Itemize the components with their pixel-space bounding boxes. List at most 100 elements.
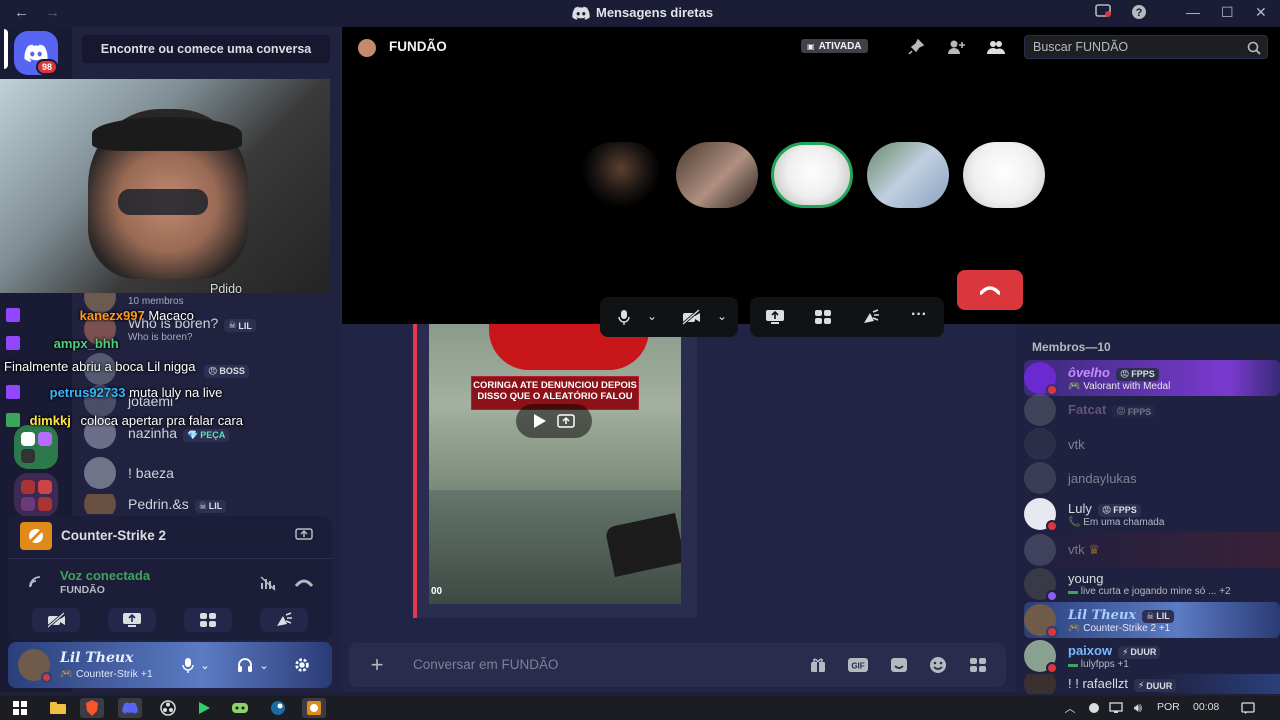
attach-plus-icon[interactable]: + [367, 652, 387, 677]
user-activity-text: Counter-Strik +1 [76, 668, 153, 680]
file-explorer-icon[interactable] [46, 698, 70, 718]
guild-tag: ☠ LIL [224, 319, 256, 332]
steam-icon[interactable] [266, 698, 290, 718]
volume-icon[interactable]: 🔊︎ [1126, 698, 1150, 718]
add-friend-icon[interactable] [946, 37, 966, 57]
member-item-young[interactable]: young ▬ live curta e jogando mine só ...… [1024, 566, 1280, 602]
minimize-icon[interactable]: — [1186, 4, 1200, 20]
member-name: paixow [1068, 642, 1113, 658]
forward-arrow-icon[interactable]: → [45, 4, 60, 21]
member-item-fatcat[interactable]: Fatcat 😡 FPPS [1024, 392, 1280, 428]
clock[interactable]: 00:08 [1193, 701, 1219, 713]
share-screen-button[interactable] [108, 608, 156, 632]
chevron-down-icon[interactable]: ⌄ [714, 307, 730, 325]
back-arrow-icon[interactable]: ← [14, 4, 29, 21]
guild-tag: 💎 PEÇA [183, 428, 230, 442]
camera-off-button[interactable] [32, 608, 80, 632]
microphone-icon[interactable] [616, 308, 632, 326]
channel-name: FUNDÃO [389, 39, 447, 54]
close-icon[interactable]: ✕ [1255, 4, 1267, 21]
participant-tile[interactable] [580, 142, 662, 208]
help-icon[interactable]: ? [1131, 4, 1147, 23]
tray-app-icon[interactable] [1082, 698, 1106, 718]
play-button[interactable] [516, 404, 592, 438]
emoji-icon[interactable] [928, 656, 948, 674]
headphones-button[interactable]: ⌄ [236, 656, 270, 674]
media-player-icon[interactable] [192, 698, 216, 718]
gift-icon[interactable] [809, 656, 827, 674]
chevron-down-icon[interactable]: ⌄ [200, 659, 209, 672]
participant-tile[interactable] [963, 142, 1045, 208]
member-item-vtk[interactable]: vtk [1024, 426, 1280, 462]
stream-icon[interactable] [294, 526, 314, 544]
message-input[interactable]: + Conversar em FUNDÃO GIF [349, 643, 1006, 687]
member-item-lil-theux[interactable]: Lil Theux ☠ LIL 🎮 Counter-Strike 2 +1 [1024, 602, 1280, 638]
dm-item-baeza[interactable]: ! baeza [84, 457, 334, 489]
avatar [1024, 394, 1056, 426]
guild-tag: 😡 FPPS [1115, 367, 1159, 381]
member-item-rafaellzt[interactable]: ! ! rafaellzt ⚡ DUUR [1024, 674, 1280, 694]
mic-button[interactable]: ⌄ [180, 656, 212, 674]
chat-text: Finalmente abriu a boca Lil nigga [4, 359, 196, 374]
noise-suppression-icon[interactable] [258, 574, 278, 592]
settings-gear-icon[interactable] [292, 655, 312, 675]
chevron-down-icon[interactable]: ⌄ [644, 307, 660, 325]
soundboard-icon[interactable] [860, 307, 882, 327]
participant-tile[interactable] [676, 142, 758, 208]
voice-channel[interactable]: FUNDÃO [60, 584, 105, 596]
activities-button[interactable] [184, 608, 232, 632]
activity-status-badge[interactable]: ▣ ATIVADA [801, 39, 868, 53]
share-screen-icon[interactable] [764, 307, 786, 327]
member-item-vtk-2[interactable]: vtk ♛ [1024, 532, 1280, 568]
language-indicator[interactable]: POR [1157, 701, 1180, 713]
maximize-icon[interactable]: ☐ [1221, 4, 1234, 21]
network-icon[interactable] [1104, 698, 1128, 718]
discord-taskbar-icon[interactable] [118, 698, 142, 718]
avatar[interactable] [18, 649, 52, 683]
member-item-paixow[interactable]: paixow ⚡ DUUR ▬ lulyfpps +1 [1024, 638, 1280, 674]
user-panel: Lil Theux 🎮 Counter-Strik +1 ⌄ ⌄ [8, 642, 332, 688]
apps-icon[interactable] [968, 656, 988, 674]
server-folder[interactable] [14, 425, 58, 469]
obs-icon[interactable] [156, 698, 180, 718]
disconnect-icon[interactable] [294, 574, 314, 592]
windows-start-icon[interactable] [8, 698, 32, 718]
stream-chat-line: petrus92733 muta luly na live [6, 385, 222, 400]
activities-icon[interactable] [812, 307, 834, 327]
avatar [84, 494, 116, 514]
find-conversation-button[interactable]: Encontre ou comece uma conversa [82, 35, 330, 63]
participant-tile-speaking[interactable] [771, 142, 853, 208]
member-item-luly[interactable]: Luly 😡 FPPS 📞 Em uma chamada [1024, 496, 1280, 532]
nav-buttons: ← → [14, 4, 72, 21]
pin-icon[interactable] [906, 37, 926, 57]
leave-call-button[interactable] [957, 270, 1023, 310]
tray-chevron-up-icon[interactable]: ︿ [1058, 698, 1082, 718]
participant-tile[interactable] [867, 142, 949, 208]
inbox-icon[interactable] [1095, 4, 1111, 21]
voice-signal-icon[interactable] [26, 574, 46, 590]
dm-item-pedrin[interactable]: Pedrin.&s ☠ LIL [84, 494, 334, 514]
dm-home-button[interactable]: 98 [14, 31, 59, 75]
member-item-ovelho[interactable]: ôvelho 😡 FPPS 🎮 Valorant with Medal [1024, 360, 1280, 396]
chevron-down-icon[interactable]: ⌄ [259, 659, 268, 672]
notifications-icon[interactable] [1236, 698, 1260, 718]
soundboard-button[interactable] [260, 608, 308, 632]
channel-search-input[interactable]: Buscar FUNDÃO [1024, 35, 1268, 59]
game-launcher-icon[interactable] [228, 698, 252, 718]
camera-off-icon[interactable] [680, 308, 702, 326]
partial-text: Pdido [210, 282, 242, 296]
sticker-icon[interactable] [889, 656, 909, 674]
more-options-icon[interactable]: ··· [908, 305, 930, 325]
cs2-taskbar-icon[interactable] [302, 698, 326, 718]
voice-status[interactable]: Voz conectada [60, 568, 150, 583]
user-name[interactable]: Lil Theux [60, 650, 133, 666]
video-embed[interactable]: CORINGA ATE DENUNCIOU DEPOIS DISSO QUE O… [429, 320, 681, 604]
gif-icon[interactable]: GIF [847, 656, 869, 674]
avatar [1024, 674, 1056, 694]
member-name: Fatcat [1068, 402, 1107, 417]
members-list-icon[interactable] [986, 37, 1006, 57]
member-item-jandaylukas[interactable]: jandaylukas [1024, 460, 1280, 496]
brave-browser-icon[interactable] [80, 698, 104, 718]
guild-tag-text: FPPS [1131, 369, 1155, 379]
server-folder-2[interactable] [14, 473, 58, 517]
